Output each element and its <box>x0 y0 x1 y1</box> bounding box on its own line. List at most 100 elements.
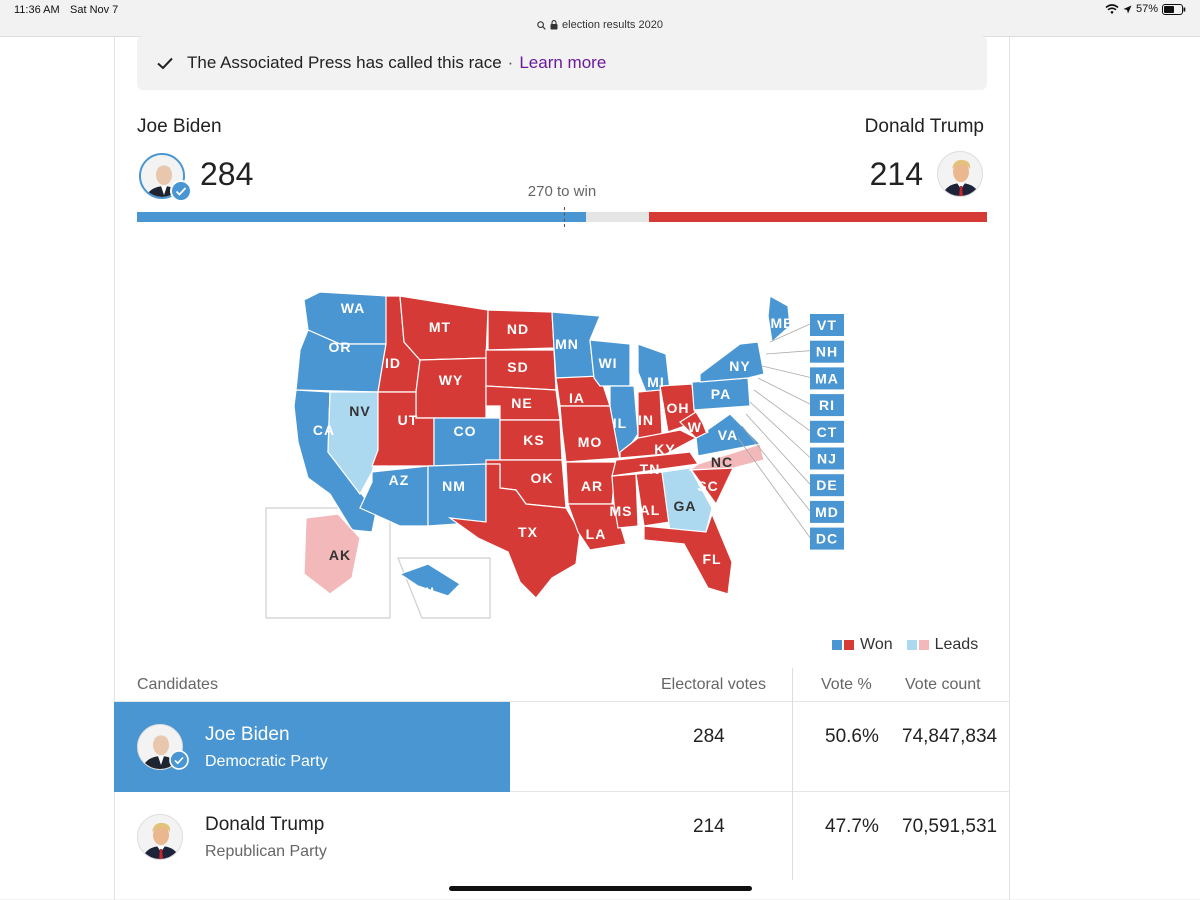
state-label-wi: WI <box>598 355 617 371</box>
small-state-leader-dc <box>737 437 811 538</box>
table-row-trump[interactable]: Donald Trump Republican Party 214 47.7% … <box>114 792 1010 882</box>
table-row-biden[interactable]: Joe Biden Democratic Party 284 50.6% 74,… <box>114 702 1010 792</box>
dem-electoral-votes: 284 <box>200 156 254 192</box>
biden-row-name: Joe Biden <box>205 724 290 745</box>
dem-progress-fill <box>137 212 586 222</box>
state-label-ga: GA <box>674 498 697 514</box>
state-label-co: CO <box>454 423 477 439</box>
state-nm[interactable] <box>427 463 487 527</box>
state-label-ok: OK <box>531 470 554 486</box>
state-label-mo: MO <box>578 434 603 450</box>
trump-row-name: Donald Trump <box>205 814 325 835</box>
state-label-ms: MS <box>610 503 633 519</box>
state-label-wa: WA <box>341 300 366 316</box>
state-label-me: ME <box>771 315 794 331</box>
state-label-ar: AR <box>581 478 603 494</box>
lock-icon <box>550 20 558 30</box>
state-label-il: IL <box>613 415 627 431</box>
map-legend: Won Leads <box>832 636 978 654</box>
legend-dem-won-swatch <box>832 640 842 650</box>
state-label-id: ID <box>385 355 401 371</box>
small-state-leader-md <box>741 425 811 512</box>
state-label-ky: KY <box>654 441 675 457</box>
small-state-label-nj: NJ <box>817 451 837 467</box>
battery-icon <box>1162 3 1186 15</box>
biden-row-count: 74,847,834 <box>902 726 998 747</box>
legend-leads-label: Leads <box>934 636 979 653</box>
table-divider <box>792 668 793 880</box>
ap-called-text: The Associated Press has called this rac… <box>187 53 502 72</box>
small-state-leader-nh <box>765 350 811 355</box>
state-label-ut: UT <box>398 412 419 428</box>
state-label-hi: HI <box>419 584 435 600</box>
legend-dem-lead-swatch <box>906 640 917 650</box>
col-electoral-votes: Electoral votes <box>661 676 766 693</box>
state-label-sd: SD <box>507 359 528 375</box>
state-label-ny: NY <box>729 358 750 374</box>
state-label-ia: IA <box>569 390 585 406</box>
legend-rep-lead-swatch <box>918 640 929 650</box>
biden-row-electoral: 284 <box>693 726 725 747</box>
rep-electoral-votes: 214 <box>869 156 923 192</box>
state-label-mn: MN <box>555 336 579 352</box>
winner-check-icon <box>170 180 192 202</box>
state-label-la: LA <box>586 526 607 542</box>
state-label-mt: MT <box>429 319 451 335</box>
state-label-mi: MI <box>647 374 665 390</box>
win-threshold-marker <box>563 207 565 227</box>
biden-row-party: Democratic Party <box>205 753 328 770</box>
state-label-ak: AK <box>329 547 351 563</box>
rep-candidate-name: Donald Trump <box>864 116 984 137</box>
trump-avatar <box>937 151 983 197</box>
state-label-az: AZ <box>389 472 410 488</box>
home-indicator <box>449 886 752 891</box>
url-text: election results 2020 <box>562 19 663 31</box>
trump-row-count: 70,591,531 <box>902 816 998 837</box>
small-state-leader-ma <box>761 365 811 378</box>
state-label-nd: ND <box>507 321 529 337</box>
state-label-sc: SC <box>697 478 718 494</box>
results-table-header: Candidates Electoral votes Vote % Vote c… <box>114 668 1010 702</box>
small-state-label-nh: NH <box>816 344 838 360</box>
state-label-pa: PA <box>711 386 731 402</box>
electoral-map: WA OR CA NV ID MT WY UT AZ CO NM ND SD NE KS OK TX MN IA MO… <box>265 291 844 619</box>
state-label-or: OR <box>329 339 352 355</box>
small-state-label-md: MD <box>815 504 839 520</box>
url-bar[interactable]: election results 2020 <box>0 14 1200 36</box>
row-winner-check-icon <box>169 750 189 770</box>
state-label-ca: CA <box>313 422 335 438</box>
state-label-ks: KS <box>523 432 544 448</box>
legend-rep-won-swatch <box>844 640 854 650</box>
banner-separator: · <box>507 53 514 72</box>
small-state-leader-ct <box>753 389 811 432</box>
state-wy[interactable] <box>415 357 487 419</box>
state-label-wy: WY <box>439 372 464 388</box>
dem-candidate-name: Joe Biden <box>137 116 222 137</box>
state-label-nc: NC <box>711 454 733 470</box>
state-label-wv: WV <box>688 419 713 435</box>
ap-called-banner: The Associated Press has called this rac… <box>137 36 987 90</box>
learn-more-link[interactable]: Learn more <box>519 53 606 73</box>
trump-row-party: Republican Party <box>205 843 327 860</box>
rep-progress-fill <box>648 212 987 222</box>
location-icon <box>1123 5 1132 13</box>
state-label-tx: TX <box>518 524 538 540</box>
state-label-fl: FL <box>702 551 721 567</box>
state-label-tn: TN <box>640 461 661 477</box>
state-label-al: AL <box>640 502 661 518</box>
small-state-label-ri: RI <box>819 397 835 413</box>
checkmark-icon <box>157 57 173 70</box>
state-label-in: IN <box>638 412 654 428</box>
small-state-label-dc: DC <box>816 531 838 547</box>
to-win-label: 270 to win <box>527 183 597 200</box>
state-label-nm: NM <box>442 478 466 494</box>
wifi-icon <box>1105 4 1119 14</box>
small-state-label-ma: MA <box>815 370 839 386</box>
search-icon <box>537 20 546 30</box>
biden-row-pct: 50.6% <box>825 726 879 747</box>
state-label-oh: OH <box>667 400 690 416</box>
legend-won-label: Won <box>860 636 893 653</box>
small-state-leader-ri <box>757 377 811 405</box>
state-label-nv: NV <box>349 403 370 419</box>
col-candidates: Candidates <box>137 676 218 693</box>
